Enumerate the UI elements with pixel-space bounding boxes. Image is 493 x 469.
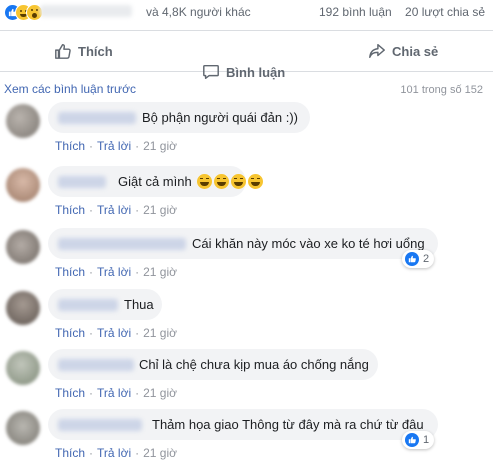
- comments-count-link[interactable]: 192 bình luận: [319, 5, 392, 19]
- laughing-emoji-icon: [231, 174, 247, 189]
- comment-like-link[interactable]: Thích: [55, 386, 85, 400]
- comment-bubble: Thảm họa giao Thông từ đây mà ra chứ từ …: [48, 409, 438, 440]
- thumbs-up-icon: [55, 43, 71, 59]
- reactions-summary-bar: và 4,8K người khác 192 bình luận 20 lượt…: [0, 0, 493, 24]
- blurred-commenter-name[interactable]: [58, 419, 142, 431]
- comment-meta: Thích · Trả lời · 21 giờ: [55, 139, 177, 153]
- blurred-commenter-name[interactable]: [58, 112, 136, 124]
- comment-like-link[interactable]: Thích: [55, 203, 85, 217]
- comment-item: Cái khăn này móc vào xe ko té hơi uổng 2…: [0, 228, 493, 288]
- comments-pager: 101 trong số 152: [400, 84, 483, 96]
- comment-bubble: Bộ phận người quái đản :)): [48, 102, 310, 133]
- comment-timestamp[interactable]: 21 giờ: [143, 386, 177, 400]
- reaction-count-value: 1: [423, 434, 430, 446]
- comment-text: Bộ phận người quái đản :)): [142, 110, 298, 125]
- comment-reply-link[interactable]: Trả lời: [97, 139, 131, 153]
- comment-item: Giật cả mình Thích · Trả lời · 21 giờ: [0, 166, 493, 226]
- blurred-commenter-name[interactable]: [58, 238, 186, 250]
- like-reaction-icon: [405, 433, 419, 447]
- comment-reaction-count[interactable]: 1: [402, 431, 435, 449]
- avatar[interactable]: [6, 104, 40, 138]
- blurred-commenter-name[interactable]: [58, 176, 106, 188]
- shares-count-link[interactable]: 20 lượt chia sẻ: [405, 5, 485, 19]
- comment-meta: Thích · Trả lời · 21 giờ: [55, 203, 177, 217]
- like-button-label: Thích: [78, 43, 113, 59]
- comment-timestamp[interactable]: 21 giờ: [143, 446, 177, 460]
- comment-bubble: Cái khăn này móc vào xe ko té hơi uổng: [48, 228, 438, 259]
- comment-bubble: Thua: [48, 289, 162, 320]
- comment-item: Thảm họa giao Thông từ đây mà ra chứ từ …: [0, 409, 493, 469]
- share-button[interactable]: Chia sẻ: [368, 42, 438, 60]
- post-action-bar: Thích Bình luận Chia sẻ: [0, 30, 493, 80]
- comment-reply-link[interactable]: Trả lời: [97, 265, 131, 279]
- comment-like-link[interactable]: Thích: [55, 326, 85, 340]
- engagement-counts: 192 bình luận 20 lượt chia sẻ: [319, 5, 485, 19]
- laughing-emoji-icon: [197, 174, 213, 189]
- reaction-count-value: 2: [423, 253, 430, 265]
- view-previous-comments-link[interactable]: Xem các bình luận trước: [4, 82, 136, 96]
- like-button[interactable]: Thích: [54, 42, 113, 60]
- comment-text: Thảm họa giao Thông từ đây mà ra chứ từ …: [152, 417, 424, 432]
- avatar[interactable]: [6, 230, 40, 264]
- comment-bubble: Giật cả mình: [48, 166, 264, 197]
- comment-meta: Thích · Trả lời · 21 giờ: [55, 326, 177, 340]
- share-button-label: Chia sẻ: [392, 43, 439, 59]
- comment-timestamp[interactable]: 21 giờ: [143, 326, 177, 340]
- comment-reply-link[interactable]: Trả lời: [97, 326, 131, 340]
- blurred-commenter-name[interactable]: [58, 359, 134, 371]
- comment-item: Bộ phận người quái đản :)) Thích · Trả lời…: [0, 102, 493, 162]
- comment-reply-link[interactable]: Trả lời: [97, 203, 131, 217]
- comment-timestamp[interactable]: 21 giờ: [143, 265, 177, 279]
- comments-header: Xem các bình luận trước 101 trong số 152: [0, 78, 493, 98]
- comment-timestamp[interactable]: 21 giờ: [143, 139, 177, 153]
- comment-bubble: Chỉ là chệ chưa kịp mua áo chống nắng: [48, 349, 378, 380]
- comment-text: Chỉ là chệ chưa kịp mua áo chống nắng: [139, 357, 369, 372]
- comment-timestamp[interactable]: 21 giờ: [143, 203, 177, 217]
- comment-like-link[interactable]: Thích: [55, 446, 85, 460]
- comment-meta: Thích · Trả lời · 21 giờ: [55, 446, 177, 460]
- comment-message: Giật cả mình: [118, 174, 192, 189]
- comment-reaction-count[interactable]: 2: [402, 250, 435, 268]
- comment-reply-link[interactable]: Trả lời: [97, 446, 131, 460]
- comment-like-link[interactable]: Thích: [55, 139, 85, 153]
- avatar[interactable]: [6, 411, 40, 445]
- laughing-emoji-icon: [248, 174, 264, 189]
- blurred-reactor-names: [40, 5, 132, 17]
- avatar[interactable]: [6, 291, 40, 325]
- share-arrow-icon: [369, 43, 385, 59]
- comment-like-link[interactable]: Thích: [55, 265, 85, 279]
- laughing-emoji-icon: [214, 174, 230, 189]
- comment-text: Giật cả mình: [118, 174, 264, 189]
- comment-meta: Thích · Trả lời · 21 giờ: [55, 265, 177, 279]
- avatar[interactable]: [6, 351, 40, 385]
- avatar[interactable]: [6, 168, 40, 202]
- comment-text: Cái khăn này móc vào xe ko té hơi uổng: [192, 236, 425, 251]
- reactors-others-text[interactable]: và 4,8K người khác: [146, 5, 251, 19]
- comment-reply-link[interactable]: Trả lời: [97, 386, 131, 400]
- comment-item: Chỉ là chệ chưa kịp mua áo chống nắng Th…: [0, 349, 493, 409]
- comment-item: Thua Thích · Trả lời · 21 giờ: [0, 289, 493, 349]
- like-reaction-icon: [405, 252, 419, 266]
- comment-text: Thua: [124, 297, 154, 312]
- comment-meta: Thích · Trả lời · 21 giờ: [55, 386, 177, 400]
- blurred-commenter-name[interactable]: [58, 299, 118, 311]
